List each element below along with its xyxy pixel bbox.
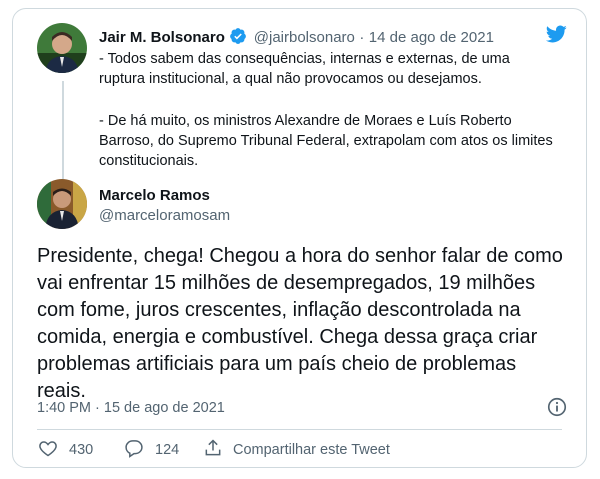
avatar-bolsonaro[interactable] <box>37 23 87 73</box>
avatar-marcelo-ramos[interactable] <box>37 179 87 229</box>
verified-badge-icon <box>229 27 247 50</box>
reply-count: 124 <box>155 442 180 458</box>
share-icon[interactable] <box>203 438 223 462</box>
quoted-tweet-header: Jair M. Bolsonaro @jairbolsonaro · 14 de… <box>99 27 494 50</box>
share-button[interactable]: Compartilhar este Tweet <box>203 438 390 462</box>
reply-button[interactable]: 124 <box>123 438 179 462</box>
reply-author-handle[interactable]: @marceloramosam <box>99 207 230 224</box>
divider <box>37 429 562 430</box>
author-handle[interactable]: @jairbolsonaro <box>254 29 355 46</box>
like-button[interactable]: 430 <box>37 438 93 462</box>
quoted-tweet-paragraph-1: - Todos sabem das consequências, interna… <box>99 51 510 87</box>
thread-connector <box>62 81 64 179</box>
comment-icon[interactable] <box>123 438 145 462</box>
tweet-date[interactable]: 14 de ago de 2021 <box>369 29 494 46</box>
twitter-bird-icon[interactable] <box>544 23 568 50</box>
heart-icon[interactable] <box>37 438 59 462</box>
like-count: 430 <box>69 442 94 458</box>
quoted-tweet-paragraph-2: - De há muito, os ministros Alexandre de… <box>99 113 553 169</box>
reply-author-name[interactable]: Marcelo Ramos <box>99 187 210 205</box>
separator-dot: · <box>359 29 365 46</box>
author-name[interactable]: Jair M. Bolsonaro <box>99 29 225 46</box>
tweet-card: Jair M. Bolsonaro @jairbolsonaro · 14 de… <box>12 8 587 468</box>
info-icon[interactable] <box>546 396 568 423</box>
reply-timestamp[interactable]: 1:40 PM · 15 de ago de 2021 <box>37 400 225 416</box>
reply-tweet-text: Presidente, chega! Chegou a hora do senh… <box>37 245 563 402</box>
author-name[interactable]: Marcelo Ramos <box>99 187 210 204</box>
share-label: Compartilhar este Tweet <box>233 442 390 458</box>
